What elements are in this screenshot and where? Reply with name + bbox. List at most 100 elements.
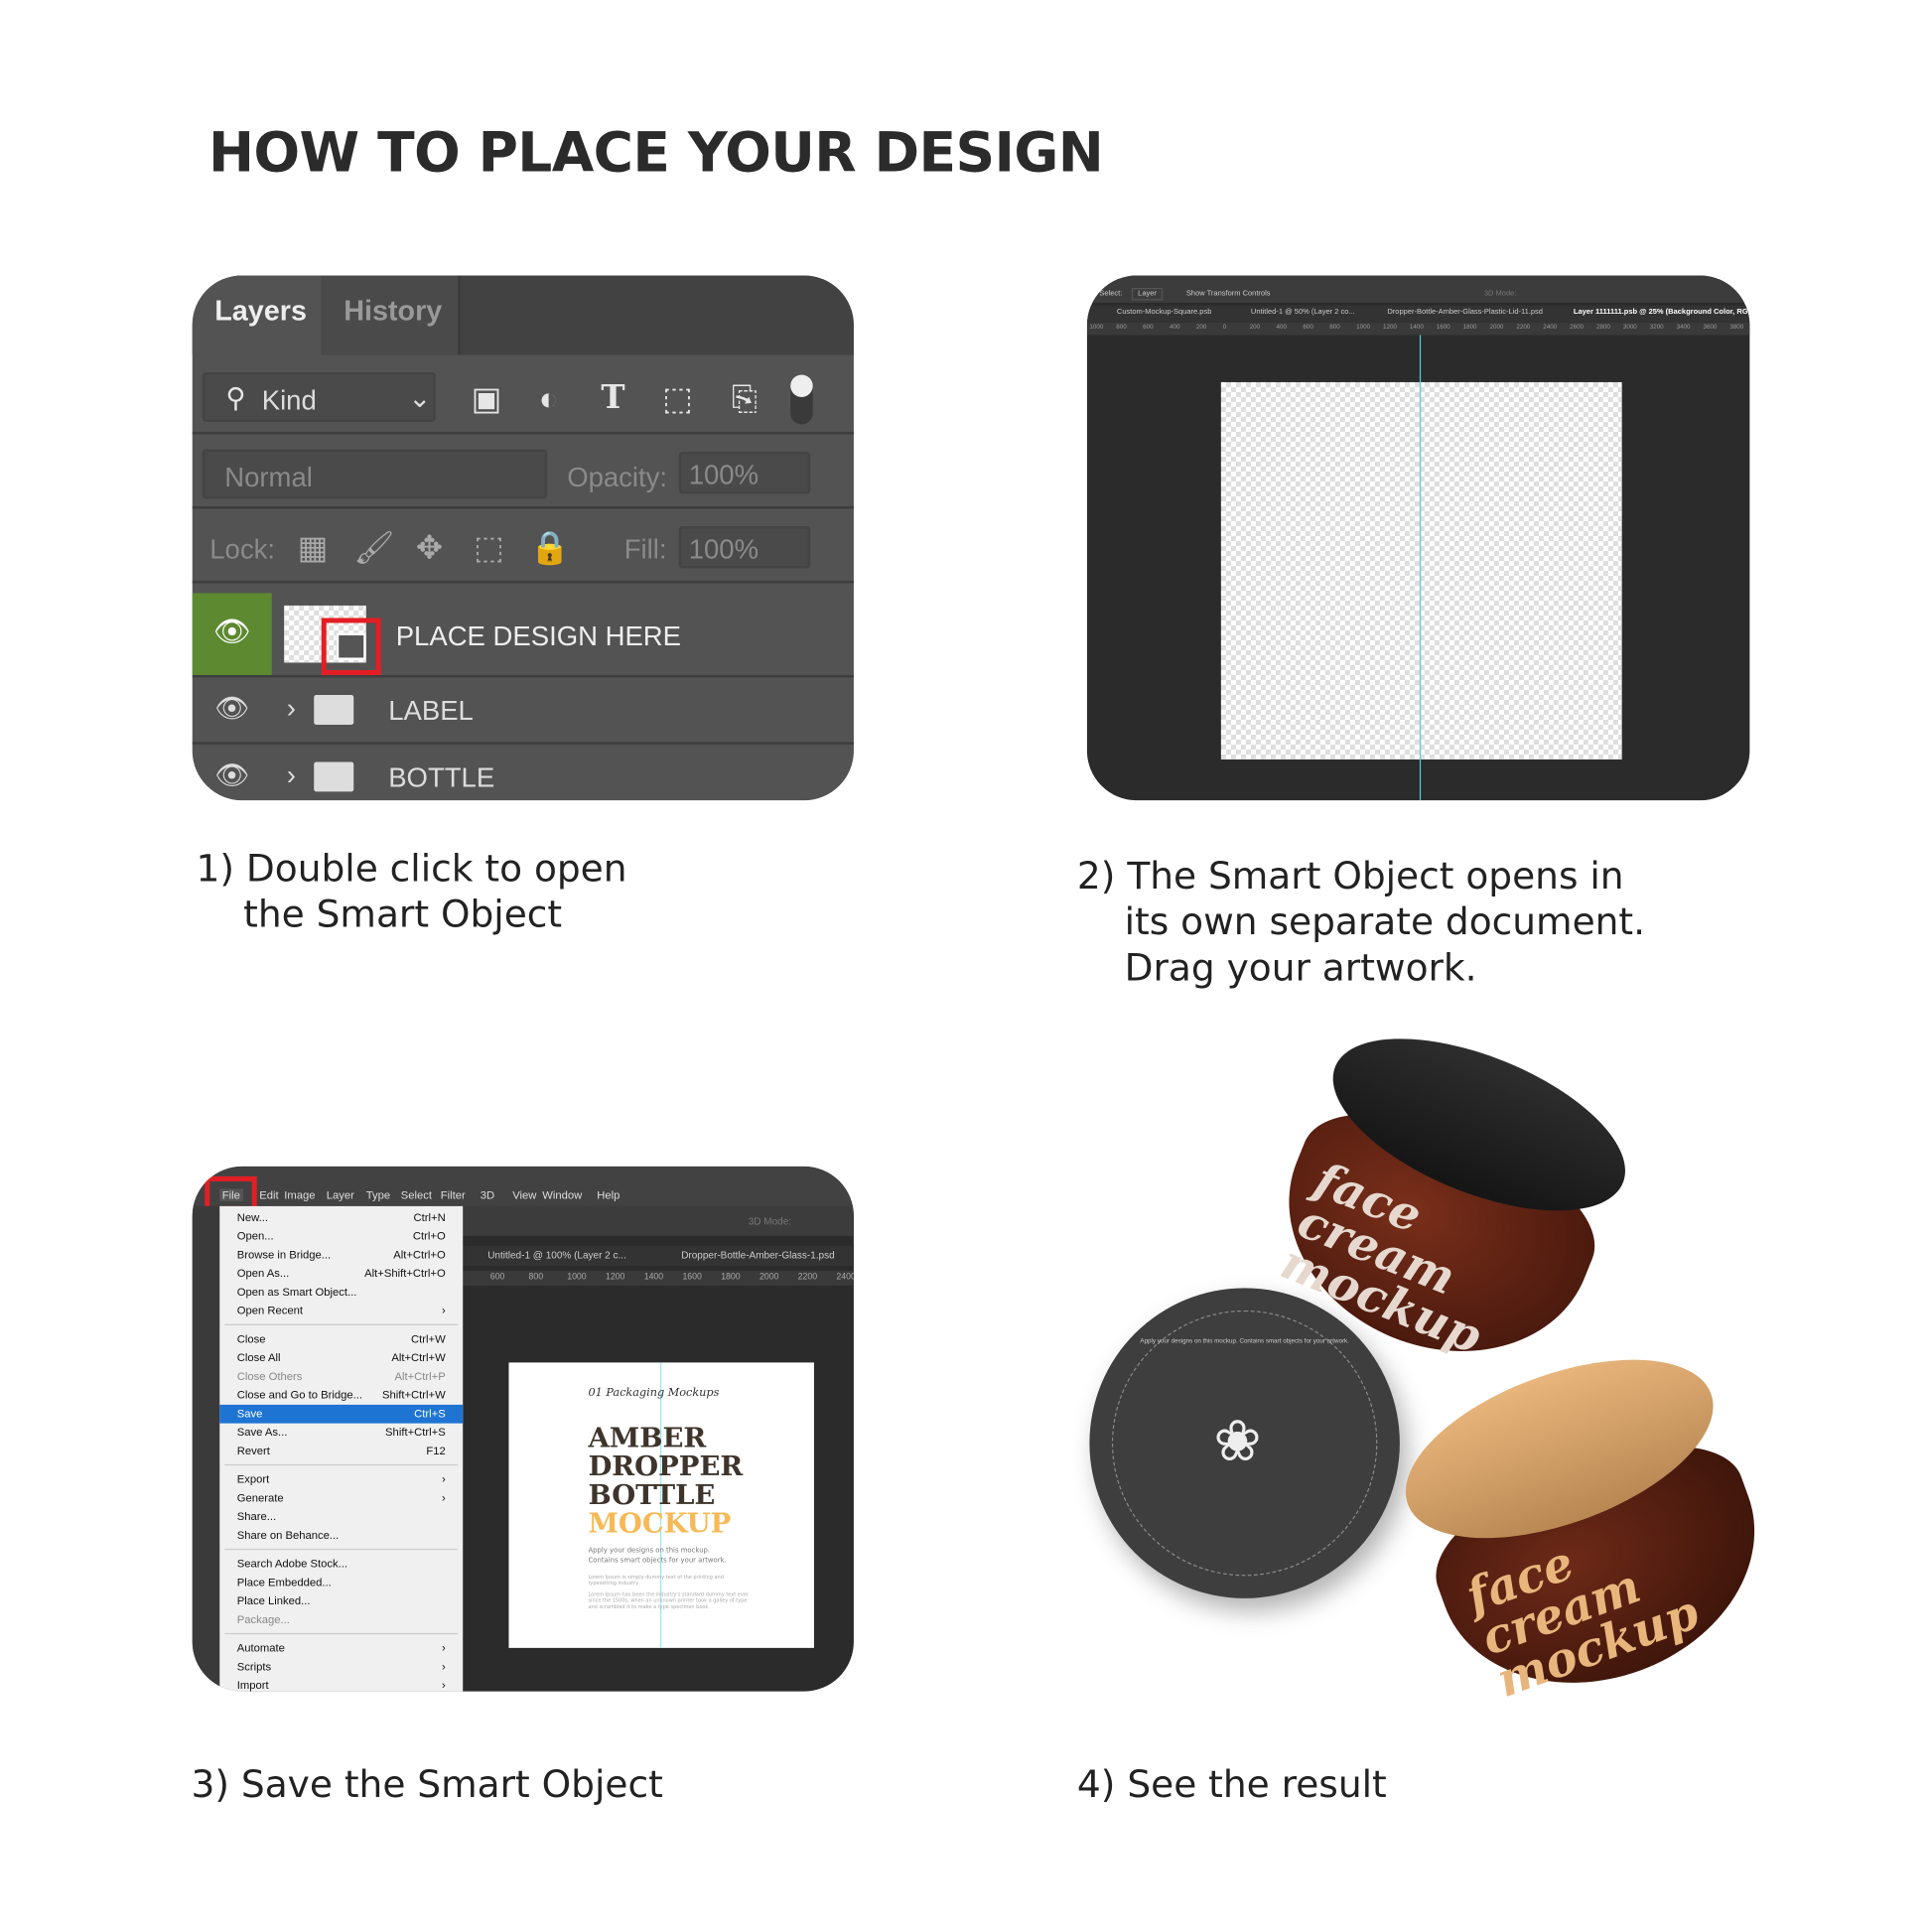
menu-item-import[interactable]: Import › [219,1677,463,1691]
kind-label: Kind [261,384,317,416]
ruler-tick-label: 3200 [1649,324,1664,332]
menu-select[interactable]: Select [401,1188,432,1200]
fill-label: Fill: [623,533,667,565]
menu-item-open-as[interactable]: Open As... Alt+Shift+Ctrl+O [219,1265,463,1284]
menu-help[interactable]: Help [597,1188,620,1200]
menu-item-shortcut: F12 [426,1444,446,1457]
menu-item-label: Save As... [236,1426,288,1439]
menu-image[interactable]: Image [284,1188,315,1200]
menu-item-place-linked[interactable]: Place Linked... [219,1592,463,1611]
menu-item-generate[interactable]: Generate › [219,1489,463,1508]
menu-item-label: Generate [236,1491,284,1504]
layer-name: PLACE DESIGN HERE [395,620,681,652]
visibility-eye-icon[interactable]: 👁 [192,593,272,675]
smart-object-filter-icon[interactable]: ⎘ [726,379,762,416]
tab-layers[interactable]: Layers [192,275,322,355]
menu-window[interactable]: Window [542,1188,582,1200]
menu-item-browse-in-bridge[interactable]: Browse in Bridge... Alt+Ctrl+O [219,1246,463,1265]
tab-dropper-bottle[interactable]: Dropper-Bottle-Amber-Glass-1.psd [681,1250,834,1261]
lock-all-icon[interactable]: 🔒 [530,528,570,565]
menu-item-automate[interactable]: Automate › [219,1639,463,1658]
menu-filter[interactable]: Filter [441,1188,466,1200]
menu-item-open[interactable]: Open... Ctrl+O [219,1227,463,1246]
menu-item-search-adobe-stock[interactable]: Search Adobe Stock... [219,1555,463,1574]
ruler-tick-label: 800 [528,1273,544,1283]
smart-object-badge-icon[interactable] [321,618,381,675]
menu-separator [224,1463,459,1466]
blend-mode-value: Normal [224,461,313,493]
expand-chevron-icon[interactable]: › [287,759,296,791]
layer-row-bottle[interactable]: 👁 › BOTTLE [193,745,854,800]
artwork-lorem: Lorem Ipsum has been the industry's stan… [588,1590,749,1610]
tab-history[interactable]: History [321,275,461,355]
layer-select[interactable]: Layer [1131,287,1164,301]
menu-edit[interactable]: Edit [259,1188,278,1200]
document-tab[interactable]: Custom-Mockup-Square.psb [1117,309,1211,316]
menu-item-export[interactable]: Export › [219,1470,463,1489]
document-tab[interactable]: Untitled-1 @ 50% (Layer 2 co... [1251,309,1355,316]
menu-type[interactable]: Type [366,1188,390,1200]
fill-field[interactable]: 100% [678,525,811,569]
search-icon: ⚲ [225,381,246,414]
kind-filter-dropdown[interactable]: ⚲ Kind ⌄ [202,371,436,422]
opacity-label: Opacity: [567,461,668,493]
visibility-eye-icon[interactable]: 👁 [214,692,249,724]
lock-transparent-icon[interactable]: ▦ [294,528,331,565]
menu-item-revert[interactable]: Revert F12 [219,1442,463,1460]
document-tabs: Custom-Mockup-Square.psb Untitled-1 @ 50%… [1086,305,1750,323]
ruler-tick-label: 2400 [1543,324,1558,332]
image-filter-icon[interactable]: ▣ [468,379,504,416]
guide-line [1419,335,1422,801]
tab-untitled[interactable]: Untitled-1 @ 100% (Layer 2 c... [487,1250,626,1261]
menu-item-close-and-go-to-bridge[interactable]: Close and Go to Bridge... Shift+Ctrl+W [219,1386,463,1405]
menu-view[interactable]: View [512,1188,536,1200]
menu-3d[interactable]: 3D [481,1188,494,1200]
lock-paint-icon[interactable]: 🖌 [353,528,394,565]
document-tab[interactable]: Dropper-Bottle-Amber-Glass-Plastic-Lid-1… [1387,309,1543,316]
menu-item-save[interactable]: Save Ctrl+S [219,1404,464,1424]
photoshop-file-menu-window: File Edit Image Layer Type Select Filter 3D View… [192,1166,854,1692]
lock-position-icon[interactable]: ✥ [411,528,448,565]
document-tab[interactable]: Layer 1111111.psb @ 25% (Background Colo… [1574,309,1748,316]
visibility-eye-icon[interactable]: 👁 [214,759,249,791]
menu-item-new[interactable]: New... Ctrl+N [219,1208,463,1227]
menu-item-share-on-behance[interactable]: Share on Behance... [219,1526,463,1545]
blend-mode-dropdown[interactable]: Normal [202,449,548,499]
menu-item-label: Close Others [236,1369,303,1383]
menu-item-place-embedded[interactable]: Place Embedded... [219,1574,463,1592]
menu-item-close[interactable]: Close Ctrl+W [219,1330,463,1349]
fill-value: 100% [688,533,759,565]
menu-item-label: Place Embedded... [236,1576,332,1588]
menu-bar: File Edit Image Layer Type Select Filter 3D View… [192,1166,854,1206]
menu-item-share[interactable]: Share... [219,1508,463,1527]
shape-filter-icon[interactable]: ⬚ [659,379,696,416]
ruler-tick-label: 2200 [797,1273,818,1283]
show-transform-checkbox[interactable]: Show Transform Controls [1186,290,1271,297]
menu-item-open-as-smart-object[interactable]: Open as Smart Object... [219,1283,463,1302]
3d-mode-label: 3D Mode: [748,1215,792,1228]
menu-item-close-all[interactable]: Close All Alt+Ctrl+W [219,1349,463,1368]
menu-separator [224,1632,459,1635]
lock-artboard-icon[interactable]: ⬚ [471,528,507,565]
menu-item-shortcut: Shift+Ctrl+S [385,1426,446,1439]
menu-item-scripts[interactable]: Scripts › [219,1658,463,1677]
lock-row: Lock: ▦ 🖌 ✥ ⬚ 🔒 Fill: 100% [192,508,854,584]
menu-item-label: Place Linked... [236,1594,311,1607]
menu-item-package[interactable]: Package... [219,1610,463,1629]
document-tabs: Untitled-1 @ 100% (Layer 2 c... Dropper-… [463,1245,854,1266]
artwork-headline-accent: MOCKUP [588,1507,732,1541]
menu-item-save-as[interactable]: Save As... Shift+Ctrl+S [219,1424,463,1443]
layer-row-label[interactable]: 👁 › LABEL [192,677,854,745]
folder-icon [314,761,354,792]
adjustment-filter-icon[interactable]: ◐ [530,379,567,416]
menu-item-close-others[interactable]: Close Others Alt+Ctrl+P [219,1367,463,1386]
type-filter-icon[interactable]: T [595,379,631,416]
menu-item-open-recent[interactable]: Open Recent › [219,1302,463,1320]
menu-layer[interactable]: Layer [327,1188,354,1200]
layer-row-place-design[interactable]: 👁 PLACE DESIGN HERE [192,593,854,678]
ruler-tick-label: 2200 [1516,324,1531,332]
filter-toggle[interactable] [790,374,813,425]
expand-chevron-icon[interactable]: › [287,692,296,724]
menu-item-shortcut: Ctrl+W [411,1332,446,1345]
opacity-field[interactable]: 100% [678,451,811,494]
